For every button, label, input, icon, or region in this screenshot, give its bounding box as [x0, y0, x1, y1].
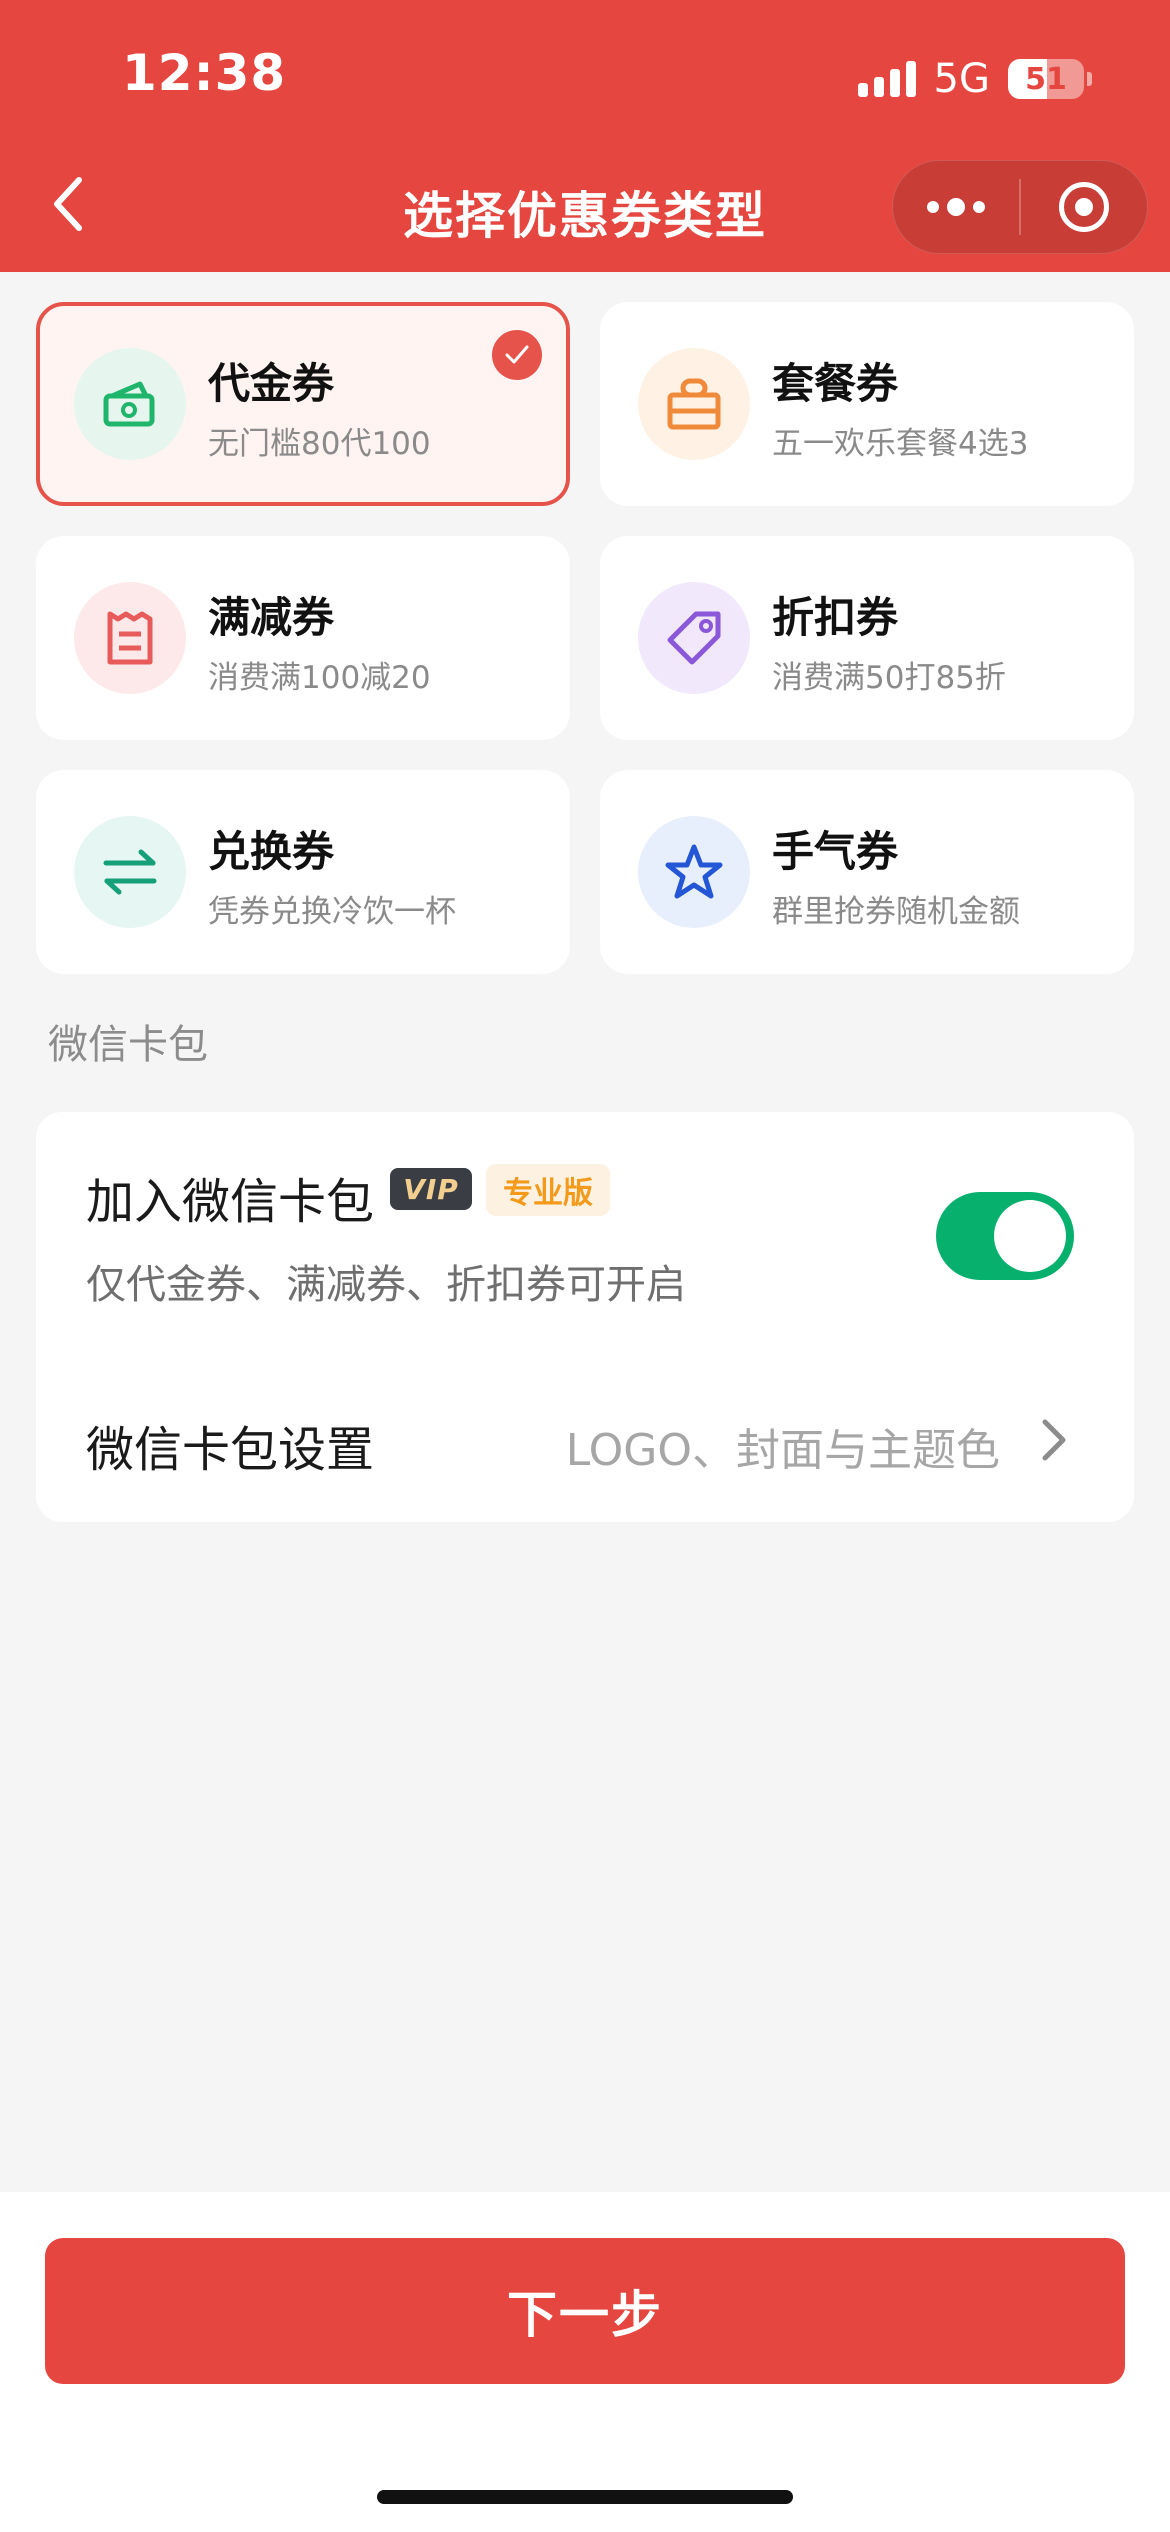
coupon-title: 折扣券	[772, 593, 899, 642]
coupon-title: 手气券	[772, 827, 899, 876]
coupon-subtitle: 消费满50打85折	[772, 660, 1006, 696]
wechat-card-panel: 加入微信卡包 VIP 专业版 仅代金券、满减券、折扣券可开启 微信卡包设置 LO…	[36, 1112, 1134, 1522]
battery-level: 51	[1025, 61, 1067, 97]
home-indicator	[377, 2490, 793, 2504]
signal-icon	[857, 61, 916, 97]
close-button[interactable]	[1021, 160, 1147, 254]
section-label-wechat: 微信卡包	[48, 1022, 208, 1068]
coupon-title: 代金券	[208, 359, 335, 408]
add-to-wechat-desc: 仅代金券、满减券、折扣券可开启	[86, 1262, 686, 1308]
pro-badge: 专业版	[486, 1164, 610, 1216]
cash-icon	[74, 348, 186, 460]
more-button[interactable]	[893, 160, 1019, 254]
chevron-right-icon	[1034, 1414, 1074, 1466]
coupon-card-cash[interactable]: 代金券 无门槛80代100	[36, 302, 570, 506]
network-label: 5G	[933, 56, 990, 102]
coupon-subtitle: 凭券兑换冷饮一杯	[208, 894, 456, 930]
coupon-subtitle: 消费满100减20	[208, 660, 431, 696]
receipt-icon	[74, 582, 186, 694]
gift-box-icon	[638, 348, 750, 460]
status-indicators: 5G 51	[857, 55, 1092, 103]
add-to-wechat-title: 加入微信卡包	[86, 1174, 375, 1230]
coupon-title: 兑换券	[208, 827, 335, 876]
coupon-card-combo[interactable]: 套餐券 五一欢乐套餐4选3	[600, 302, 1134, 506]
wechat-settings-value: LOGO、封面与主题色	[565, 1425, 1000, 1476]
coupon-subtitle: 五一欢乐套餐4选3	[772, 426, 1029, 462]
status-time: 12:38	[122, 44, 287, 102]
more-dots-icon	[927, 198, 985, 216]
coupon-type-grid: 代金券 无门槛80代100 套餐券 五一欢乐套餐4选3 满减券 消费满100减2…	[0, 272, 1170, 976]
app-header: 12:38 5G 51 选择优惠券类型	[0, 0, 1170, 272]
coupon-title: 满减券	[208, 593, 335, 642]
target-circle-icon	[1058, 182, 1109, 232]
wechat-card-toggle[interactable]	[936, 1192, 1074, 1280]
coupon-card-exchange[interactable]: 兑换券 凭券兑换冷饮一杯	[36, 770, 570, 974]
mini-program-capsule	[892, 160, 1148, 254]
battery-tip	[1087, 72, 1092, 86]
check-icon	[492, 330, 542, 380]
coupon-title: 套餐券	[772, 359, 899, 408]
price-tag-icon	[638, 582, 750, 694]
next-step-button[interactable]: 下一步	[45, 2238, 1125, 2384]
star-icon	[638, 816, 750, 928]
coupon-subtitle: 群里抢券随机金额	[772, 894, 1020, 930]
toggle-knob	[994, 1200, 1066, 1272]
bottom-bar: 下一步	[0, 2192, 1170, 2532]
battery-icon: 51	[1008, 59, 1084, 99]
coupon-card-threshold[interactable]: 满减券 消费满100减20	[36, 536, 570, 740]
vip-badge: VIP	[390, 1168, 472, 1210]
coupon-card-lucky[interactable]: 手气券 群里抢券随机金额	[600, 770, 1134, 974]
wechat-settings-title: 微信卡包设置	[86, 1422, 375, 1478]
coupon-card-discount[interactable]: 折扣券 消费满50打85折	[600, 536, 1134, 740]
coupon-subtitle: 无门槛80代100	[208, 426, 431, 462]
exchange-arrows-icon	[74, 816, 186, 928]
